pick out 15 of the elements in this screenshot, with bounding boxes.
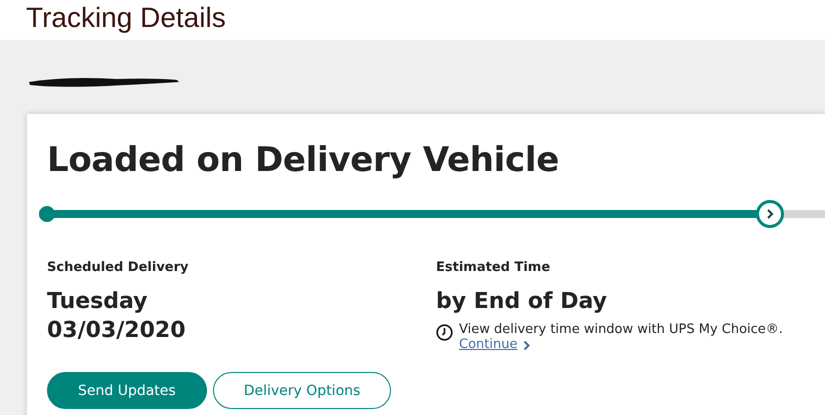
clock-icon xyxy=(436,324,453,341)
action-button[interactable]: Delivery Options xyxy=(212,372,392,409)
chevron-right-icon xyxy=(523,340,530,351)
shipment-status: Loaded on Delivery Vehicle xyxy=(47,140,559,180)
chevron-right-icon xyxy=(766,209,774,219)
action-button[interactable]: Send Updates xyxy=(47,372,207,409)
page-title: Tracking Details xyxy=(26,1,226,35)
start-dot xyxy=(39,206,55,222)
detail-label: Scheduled Delivery xyxy=(47,260,189,275)
delivery-note: View delivery time window with UPS My Choice®. xyxy=(459,322,783,337)
detail-value: 03/03/2020 xyxy=(47,317,186,345)
detail-value: by End of Day xyxy=(436,288,607,316)
detail-value: Tuesday xyxy=(47,288,148,316)
continue-link[interactable]: Continue xyxy=(459,337,530,352)
detail-label: Estimated Time xyxy=(436,260,550,275)
